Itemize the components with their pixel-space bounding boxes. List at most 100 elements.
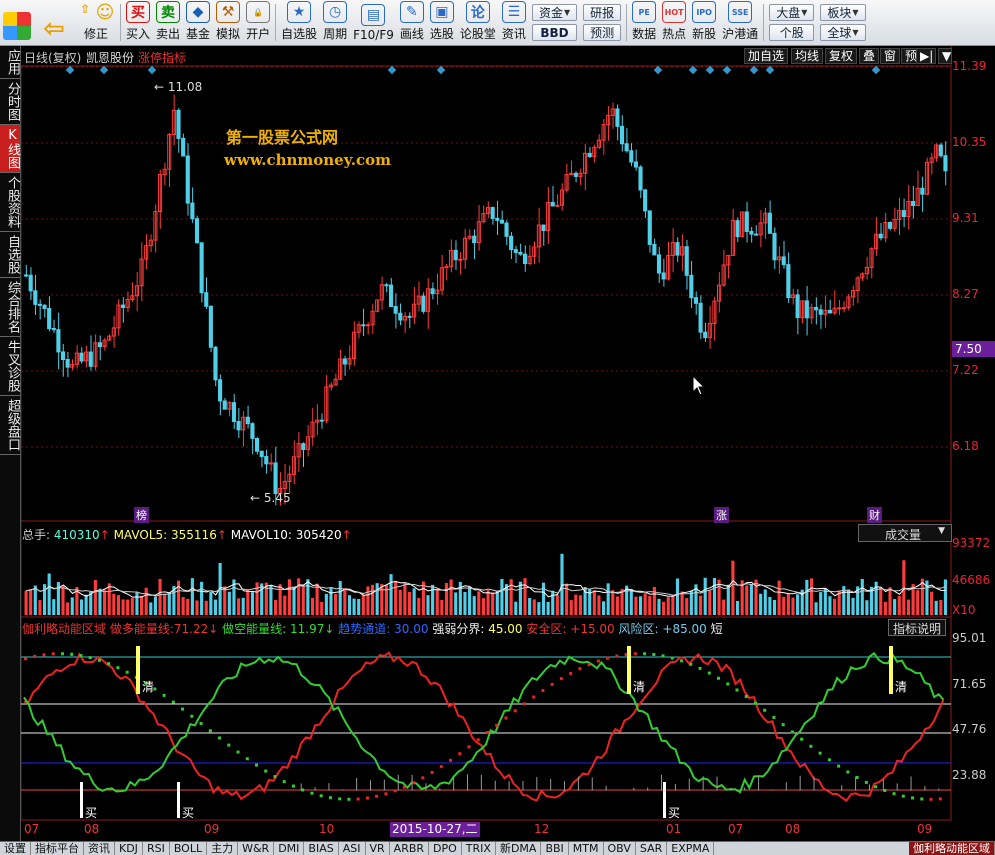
forum-label: 论股堂 [459, 27, 496, 41]
trend-dot [245, 757, 249, 761]
header-button-3[interactable]: 叠 [859, 48, 880, 64]
volume-bar [61, 585, 65, 615]
indicator-tab[interactable]: BBI [541, 842, 569, 855]
ipo-button[interactable]: IPO 新股 [689, 0, 719, 45]
menu-dropdown-icon[interactable]: ▼ [938, 48, 952, 64]
indicator-tab[interactable]: ASI [339, 842, 366, 855]
event-mark[interactable]: 榜 [134, 507, 149, 523]
indicator-tab[interactable]: 资讯 [84, 842, 115, 855]
indicator-tab[interactable]: W&R [238, 842, 275, 855]
bbd-button[interactable]: BBD [531, 24, 578, 41]
candle-body [504, 222, 509, 237]
indicator-tab[interactable]: DPO [429, 842, 462, 855]
indicator-tab[interactable]: EXPMA [667, 842, 715, 855]
volume-bar [463, 591, 467, 615]
sidebar-tab-5[interactable]: 综合排名 [0, 278, 20, 337]
sidebar-tab-6[interactable]: 牛叉诊股 [0, 337, 20, 396]
volume-bar [528, 598, 532, 615]
sidebar-tab-4[interactable]: 自选股 [0, 232, 20, 278]
indicator-tab[interactable]: 指标平台 [31, 842, 84, 855]
hot-button[interactable]: HOT 热点 [659, 0, 689, 45]
sell-button[interactable]: 卖卖出 [153, 0, 183, 45]
candle-body [943, 155, 948, 172]
header-button-0[interactable]: 加自选 [744, 48, 789, 64]
indicator-tab[interactable]: MTM [569, 842, 604, 855]
sector-button[interactable]: 板块 ▼ [820, 4, 866, 21]
indicator-tab[interactable]: SAR [636, 842, 668, 855]
trend-dot [430, 770, 434, 774]
volume-bar [823, 588, 827, 615]
news-button[interactable]: ☰ 资讯 [499, 0, 529, 45]
sidebar-tab-1[interactable]: 分时图 [0, 79, 20, 125]
event-mark[interactable]: 财 [867, 507, 882, 523]
indicator-tab[interactable]: TRIX [462, 842, 496, 855]
volume-bar [297, 578, 301, 615]
volume-selector[interactable]: 成交量 ▼ [858, 524, 952, 542]
fund-label: 基金 [186, 27, 211, 41]
volume-bar [412, 588, 416, 615]
fix-button[interactable]: ⇧ ☺ 修正 [74, 0, 118, 45]
market-button[interactable]: 大盘 ▼ [769, 4, 815, 21]
hk-button[interactable]: SSE 沪港通 [719, 0, 761, 45]
fund-button[interactable]: ◆ 基金 [183, 0, 213, 45]
sidebar-tab-3[interactable]: 个股资料 [0, 173, 20, 232]
sim-button[interactable]: ⚒ 模拟 [213, 0, 243, 45]
volume-bar [592, 590, 596, 615]
volume-bar [403, 582, 407, 615]
global-button[interactable]: 全球 ▼ [820, 24, 866, 41]
volume-bar [144, 587, 148, 615]
buy-button[interactable]: 买买入 [123, 0, 153, 45]
favorites-button[interactable]: ★ 自选股 [278, 0, 320, 45]
volume-bar [357, 598, 361, 615]
chart-area[interactable] [21, 46, 995, 841]
f10-button[interactable]: ▤ F10/F9 [350, 0, 397, 45]
indicator-help-button[interactable]: 指标说明 [888, 619, 947, 636]
indicator-tab[interactable]: BOLL [170, 842, 208, 855]
header-button-1[interactable]: 均线 [791, 48, 824, 64]
f10-label: F10/F9 [353, 28, 394, 42]
period-button[interactable]: ◷ 周期 [320, 0, 350, 45]
next-icon[interactable]: ▶| [916, 48, 936, 64]
indicator-title: 涨停指标 [138, 51, 187, 65]
indicator-tab[interactable]: KDJ [115, 842, 143, 855]
sidebar-tab-0[interactable]: 应用 [0, 46, 20, 79]
forecast-button[interactable]: 预测 [583, 24, 622, 41]
indicator-tab[interactable]: RSI [143, 842, 170, 855]
indicator-tab[interactable]: 伽利略动能区域 [909, 842, 995, 855]
candle-body [814, 306, 819, 311]
indicator-tab[interactable]: 新DMA [496, 842, 542, 855]
time-tick: 08 [84, 822, 100, 836]
volume-bar [851, 597, 855, 615]
draw-button[interactable]: ✎ 画线 [397, 0, 427, 45]
candle-body [51, 328, 56, 331]
indicator-tab[interactable]: DMI [274, 842, 305, 855]
candle-body [342, 358, 347, 365]
data-button[interactable]: PE 数据 [629, 0, 659, 45]
indicator-tab[interactable]: OBV [604, 842, 636, 855]
trend-dot [60, 652, 64, 656]
sidebar-tab-7[interactable]: 超级盘口 [0, 396, 20, 455]
header-button-4[interactable]: 窗 [880, 48, 901, 64]
indicator-tab[interactable]: BIAS [304, 842, 339, 855]
trend-dot [255, 763, 258, 767]
volume-bar [140, 595, 144, 615]
volume-bar [865, 600, 869, 615]
indicator-tab[interactable]: ARBR [390, 842, 430, 855]
open-button[interactable]: 🔒 开户 [243, 0, 273, 45]
event-mark[interactable]: 涨 [714, 507, 729, 523]
back-button[interactable]: ⇦ [34, 0, 74, 45]
research-button[interactable]: 研报 [583, 4, 622, 21]
pick-button[interactable]: ▣ 选股 [427, 0, 457, 45]
stock-button[interactable]: 个股 [769, 24, 815, 41]
forum-button[interactable]: 论论股堂 [457, 0, 499, 45]
indicator-tab[interactable]: VR [366, 842, 390, 855]
draw-icon: ✎ [399, 1, 424, 23]
volume-bar [712, 578, 716, 615]
fund-flow-button[interactable]: 资金 ▼ [531, 4, 578, 21]
trend-dot [393, 789, 397, 793]
header-button-2[interactable]: 复权 [825, 48, 858, 64]
start-button[interactable] [0, 0, 34, 45]
sidebar-tab-2[interactable]: K线图 [0, 125, 20, 173]
indicator-tab[interactable]: 设置 [0, 842, 31, 855]
indicator-tab[interactable]: 主力 [207, 842, 239, 855]
